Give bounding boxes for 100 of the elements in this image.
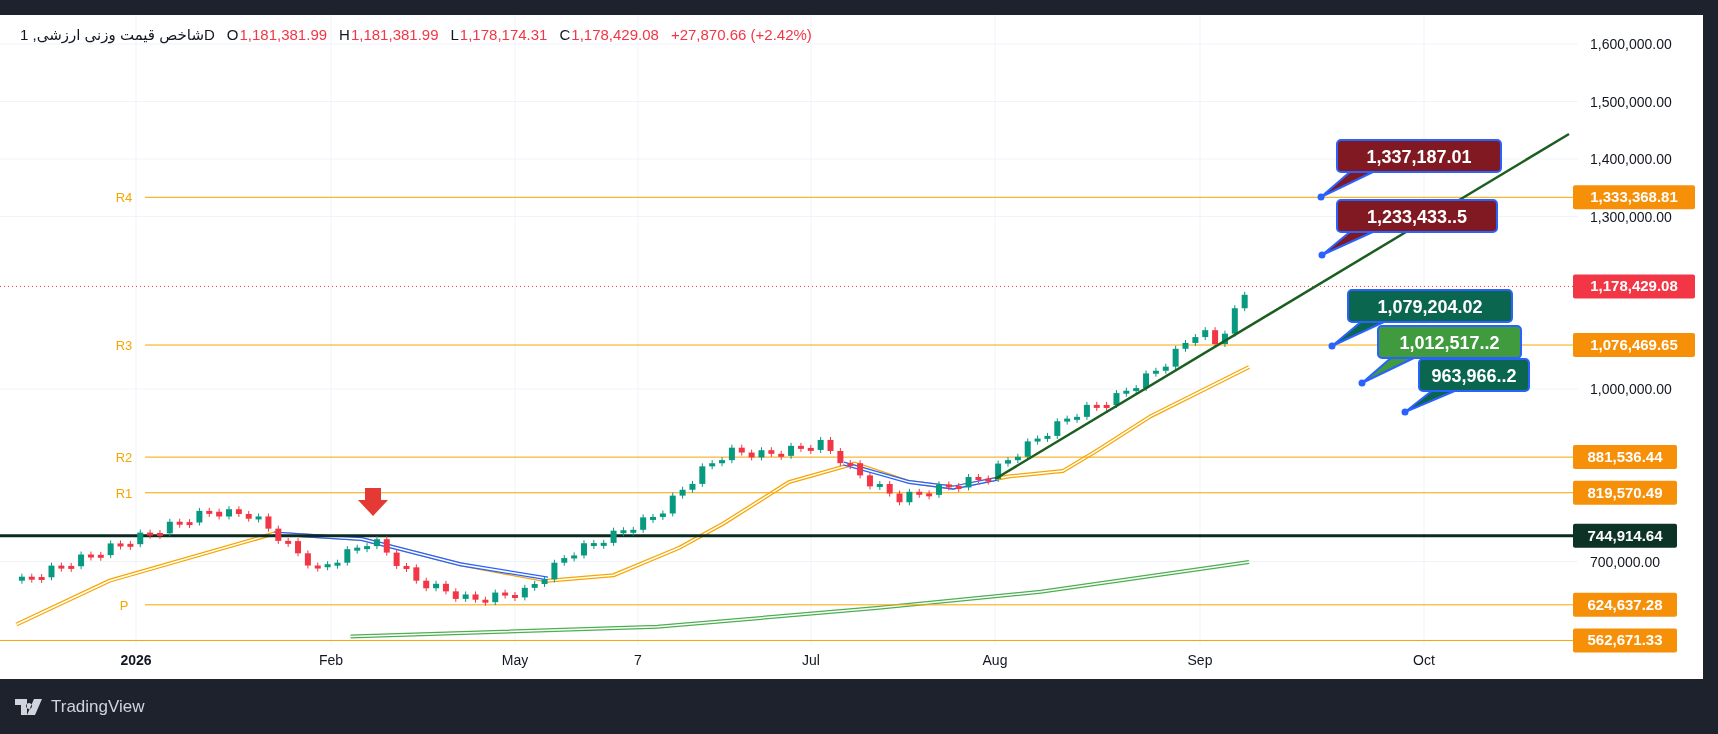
candle [482,596,489,607]
brand-name[interactable]: TradingView [51,696,145,717]
candle [433,580,440,592]
candle [147,529,154,540]
candle [1133,384,1140,395]
price-callout[interactable]: 1,337,187.01 [1317,139,1502,201]
price-tick: 1,000,000.00 [1590,381,1672,397]
candle [87,551,94,561]
candle [827,436,834,455]
time-label: Feb [318,652,344,668]
candle [1074,413,1081,424]
price-label: 1,076,469.65 [1573,333,1695,358]
candle [1152,367,1159,378]
candle [255,512,262,523]
candle [886,480,893,498]
candle [97,551,104,562]
candle [511,591,518,602]
time-label: 7 [634,652,642,668]
candle [442,580,449,595]
candle [206,507,213,518]
candle [659,510,666,521]
candle [600,539,607,550]
price-label: 819,570.49 [1573,480,1677,505]
candle [975,473,982,484]
candle [551,559,558,583]
candle [916,488,923,499]
candle [1005,456,1011,468]
candle [1093,401,1100,412]
ohlc-key: H [339,26,350,43]
candle [295,537,301,557]
candle [68,562,75,573]
candle [876,480,883,491]
trend-line[interactable] [994,132,1570,481]
candle [965,473,972,491]
candle [896,490,903,506]
ohlc-value: 1,181,381.99 [239,26,328,43]
candle [78,551,85,570]
candle [1143,369,1150,392]
level-label: P [119,597,129,613]
candle [866,471,873,490]
candle [1212,326,1219,348]
price-tick: 1,600,000.00 [1590,36,1672,52]
candle [1064,415,1071,426]
candle [413,563,420,585]
candle [689,480,696,494]
candle [186,518,193,529]
candle [28,573,35,584]
candle [945,480,952,491]
candle [620,526,627,537]
candle [18,573,25,585]
candle [728,444,735,464]
candle [58,562,65,573]
candle [719,456,726,467]
ohlc-value: 1,178,174.31 [459,26,548,43]
candle [561,554,568,567]
candle [797,442,804,453]
candle [265,512,272,533]
candle [48,562,55,581]
candle [462,590,469,603]
time-label: Sep [1187,652,1213,668]
candle [748,449,755,461]
candle [1024,437,1031,461]
candle [709,459,716,470]
candle [344,545,351,567]
ohlc-value: 1,181,381.99 [350,26,439,43]
candle [1172,345,1179,371]
candle [38,573,45,584]
candle [492,589,499,606]
time-label: Oct [1413,652,1435,668]
candle [1192,333,1199,347]
candle [571,551,578,562]
price-tick: 1,300,000.00 [1590,208,1672,225]
candle [758,446,765,461]
price-tick: 1,400,000.00 [1590,151,1672,167]
candle [1083,401,1090,421]
candle [1113,389,1120,409]
candle [926,489,933,500]
logo-icon[interactable] [15,698,45,715]
candle [590,539,597,550]
candle [847,459,854,470]
candle [403,562,410,573]
candle [176,518,183,529]
candle [985,475,992,486]
price-label: 744,914.64 [1573,523,1677,548]
candle [807,444,814,455]
candle [423,577,430,592]
ohlc-value: 1,178,429.08 [571,26,659,43]
down-arrow-icon [358,488,388,516]
candle [541,575,548,588]
candle [452,587,459,603]
candle [314,562,321,573]
candle [373,535,380,550]
candle [1054,417,1061,440]
ohlc-key: O [226,26,239,43]
candle [1241,291,1248,312]
ohlc-key: L [450,26,459,43]
price-label: 881,536.44 [1573,445,1677,470]
candle [1103,401,1110,412]
candle [936,480,942,499]
level-label: R4 [115,190,133,206]
